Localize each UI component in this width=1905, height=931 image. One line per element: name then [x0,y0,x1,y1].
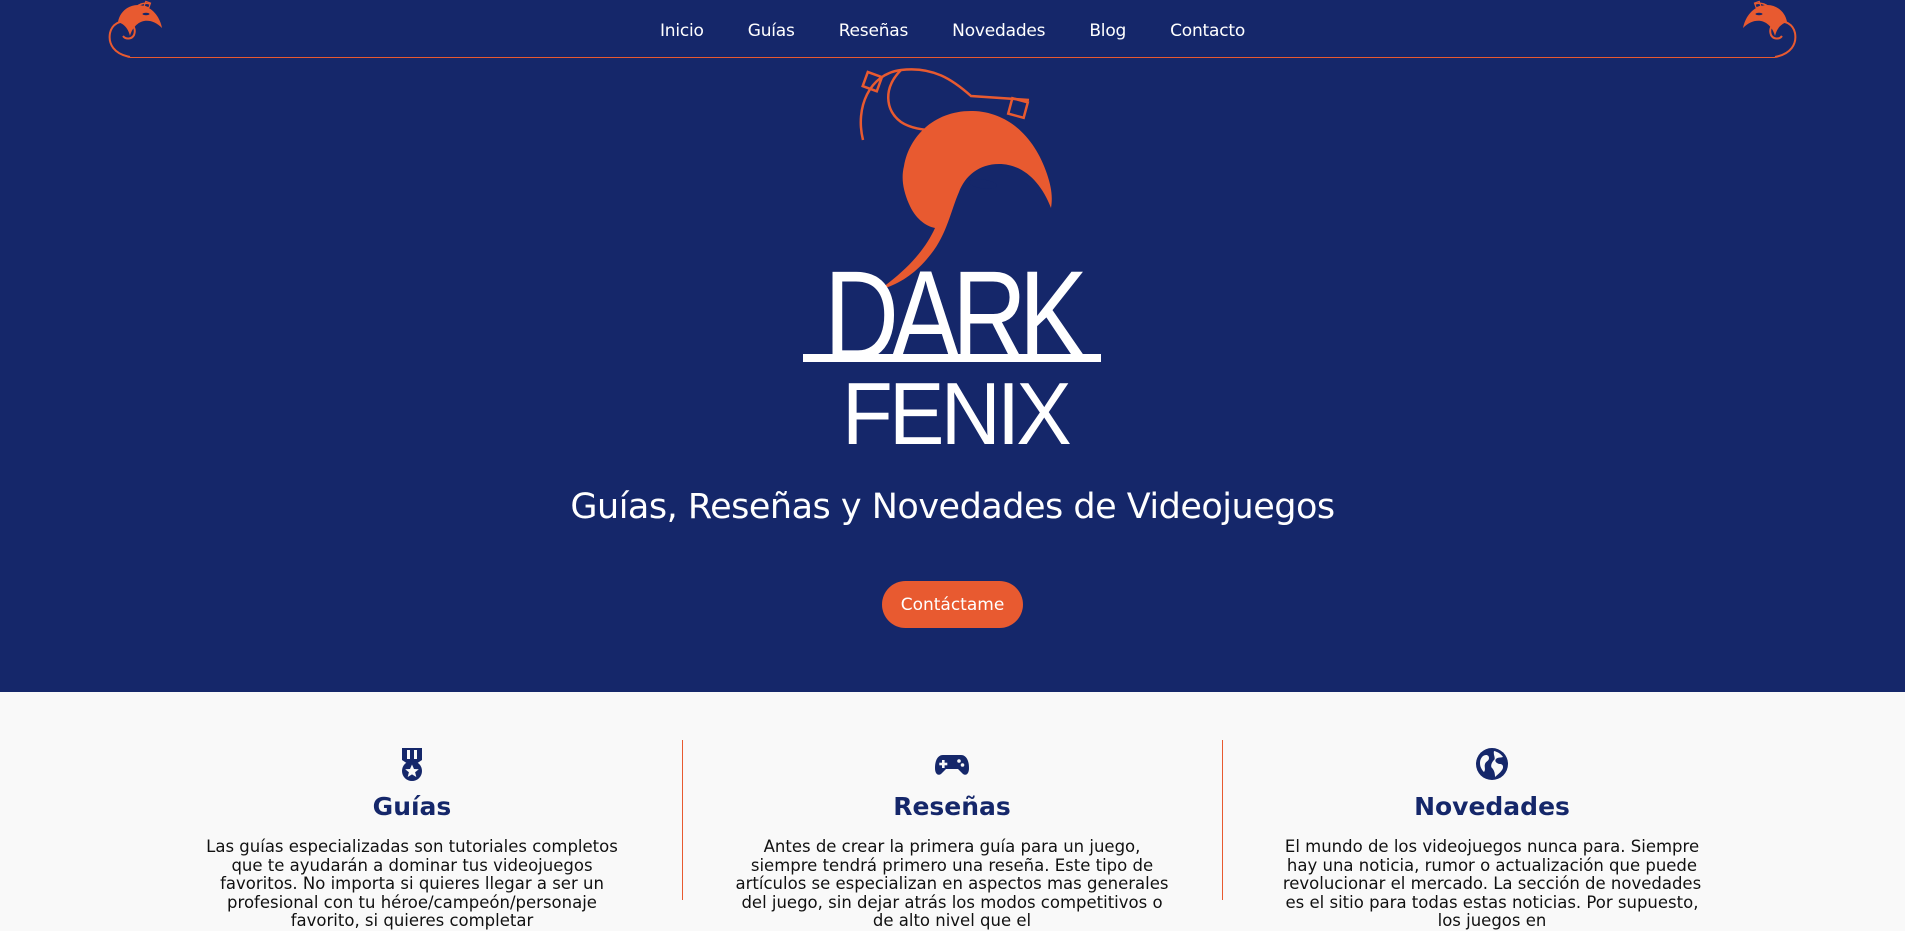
nav-link-resenas[interactable]: Reseñas [839,18,909,44]
nav-link-inicio[interactable]: Inicio [660,18,704,44]
feature-title: Novedades [1414,792,1570,821]
medal-icon [402,748,422,781]
nav-link-blog[interactable]: Blog [1089,18,1126,44]
feature-guias: Guías Las guías especializadas son tutor… [142,692,682,930]
feature-text: El mundo de los videojuegos nunca para. … [1282,837,1702,930]
nav-divider-line [130,57,1775,58]
feature-resenas: Reseñas Antes de crear la primera guía p… [682,692,1222,930]
feature-title: Guías [372,792,452,821]
nav-link-novedades[interactable]: Novedades [952,18,1045,44]
globe-icon [1476,748,1508,780]
feature-text: Las guías especializadas son tutoriales … [206,837,618,930]
nav-link-guias[interactable]: Guías [748,18,795,44]
nav-link-contacto[interactable]: Contacto [1170,18,1245,44]
feature-text: Antes de crear la primera guía para un j… [735,837,1169,930]
contact-button[interactable]: Contáctame [882,581,1023,628]
hero-tagline: Guías, Reseñas y Novedades de Videojuego… [570,487,1335,527]
hero-section: Inicio Guías Reseñas Novedades Blog Cont… [0,0,1905,692]
feature-novedades: Novedades El mundo de los videojuegos nu… [1222,692,1762,930]
gamepad-icon [935,755,969,775]
top-navigation: Inicio Guías Reseñas Novedades Blog Cont… [0,0,1905,62]
dark-fenix-logo: DARK FENIX [803,68,1101,448]
logo-text-fenix: FENIX [842,364,1070,448]
feature-title: Reseñas [893,792,1011,821]
nav-menu: Inicio Guías Reseñas Novedades Blog Cont… [0,18,1905,44]
features-section: Guías Las guías especializadas son tutor… [0,692,1905,930]
